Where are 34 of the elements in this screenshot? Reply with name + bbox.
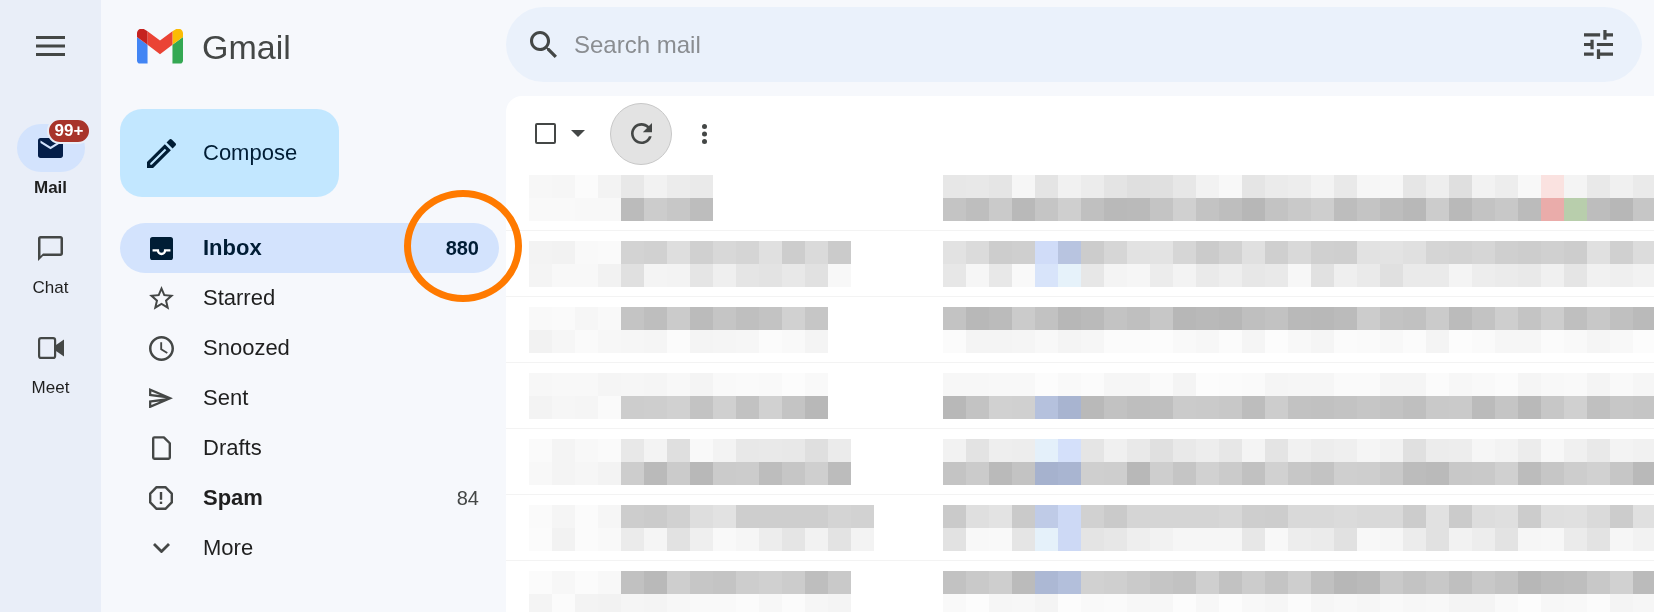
search-icon[interactable] — [530, 31, 557, 58]
app-name: Gmail — [202, 26, 291, 67]
more-options-icon[interactable] — [702, 123, 707, 144]
compose-button[interactable]: Compose — [120, 109, 339, 197]
nav-item[interactable]: Drafts — [120, 423, 499, 473]
send-icon — [149, 387, 173, 409]
rail-tab[interactable]: Chat — [8, 224, 93, 324]
nav-item[interactable]: Snoozed — [120, 323, 499, 373]
nav-item[interactable]: Sent — [120, 373, 499, 423]
inbox-icon — [149, 236, 173, 260]
video-camera-icon — [37, 337, 64, 359]
document-icon — [151, 436, 171, 460]
refresh-icon — [630, 123, 652, 144]
select-all-checkbox[interactable] — [535, 123, 556, 144]
search-field[interactable]: Search mail — [506, 7, 1642, 82]
filter-sliders-icon[interactable] — [1584, 30, 1613, 59]
unread-count: 880 — [445, 236, 479, 260]
menu-icon[interactable] — [36, 36, 65, 56]
nav-item[interactable]: More — [120, 523, 499, 573]
nav-item[interactable]: Starred — [120, 273, 499, 323]
unread-count: 84 — [456, 486, 479, 510]
alert-octagon-icon — [149, 486, 173, 510]
caret-icon[interactable] — [571, 130, 585, 137]
unread-count-badge: 99+ — [46, 118, 92, 144]
nav-item[interactable]: Inbox 880 — [120, 223, 499, 273]
star-icon — [148, 286, 174, 310]
logo-icon — [137, 29, 183, 64]
search-input[interactable]: Search mail — [574, 26, 1567, 63]
chevron-down-icon — [152, 542, 170, 554]
clock-icon — [148, 335, 174, 361]
nav-item[interactable]: Spam 84 — [120, 473, 499, 523]
rail-tab[interactable]: Meet — [8, 324, 93, 424]
chat-bubble-icon — [38, 235, 63, 261]
pencil-icon — [147, 138, 176, 168]
